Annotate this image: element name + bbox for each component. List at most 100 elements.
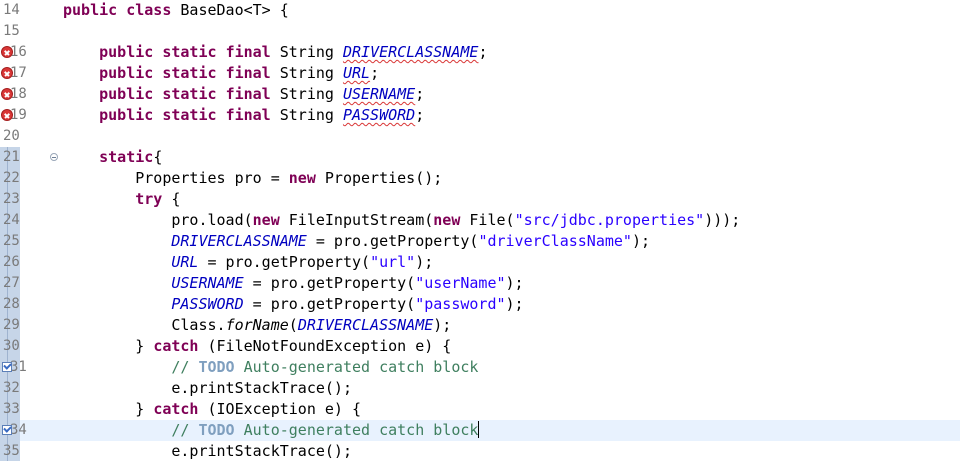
code-token: = pro.getProperty(	[243, 295, 416, 313]
code-line[interactable]: 20	[0, 126, 960, 147]
code-line[interactable]: 14 public class BaseDao<T> {	[0, 0, 960, 21]
error-field-token: PASSWORD	[342, 106, 416, 124]
code-line[interactable]: 15	[0, 21, 960, 42]
code-line[interactable]: 32 e.printStackTrace();	[0, 378, 960, 399]
keyword-token: final	[225, 64, 271, 82]
code-text[interactable]: pro.load(new FileInputStream(new File("s…	[63, 210, 740, 231]
line-number: 28	[3, 296, 20, 312]
code-line[interactable]: 27 USERNAME = pro.getProperty("userName"…	[0, 273, 960, 294]
code-line[interactable]: 17 public static final String URL;	[0, 63, 960, 84]
keyword-token: static	[99, 148, 154, 166]
code-text[interactable]: public static final String USERNAME;	[63, 84, 424, 105]
code-text[interactable]: PASSWORD = pro.getProperty("password");	[63, 294, 524, 315]
fold-collapse-icon[interactable]	[50, 153, 58, 161]
code-text[interactable]: DRIVERCLASSNAME = pro.getProperty("drive…	[63, 231, 650, 252]
code-text[interactable]: Properties pro = new Properties();	[63, 168, 442, 189]
code-line[interactable]: 33 } catch (IOException e) {	[0, 399, 960, 420]
line-number-gutter: 29	[0, 315, 58, 336]
code-editor[interactable]: 14 public class BaseDao<T> {15 16 public s…	[0, 0, 960, 461]
line-number-gutter: 22	[0, 168, 58, 189]
code-token: Properties();	[315, 169, 443, 187]
code-token: pro.load(	[63, 211, 253, 229]
code-text[interactable]: USERNAME = pro.getProperty("userName");	[63, 273, 523, 294]
task-checkbox-icon[interactable]	[2, 362, 12, 372]
error-icon[interactable]	[1, 46, 13, 58]
string-token: "src/jdbc.properties"	[514, 211, 705, 229]
code-text[interactable]: public static final String URL;	[63, 63, 379, 84]
error-field-token: USERNAME	[342, 85, 416, 103]
code-text[interactable]: } catch (FileNotFoundException e) {	[63, 336, 451, 357]
field-token: DRIVERCLASSNAME	[297, 316, 434, 334]
code-line[interactable]: 23 try {	[0, 189, 960, 210]
comment-token: //	[171, 421, 199, 439]
code-line[interactable]: 35 e.printStackTrace();	[0, 441, 960, 461]
comment-token: Auto-generated catch block	[234, 358, 479, 376]
code-token: String	[270, 106, 343, 124]
code-text[interactable]: Class.forName(DRIVERCLASSNAME);	[63, 315, 451, 336]
code-line[interactable]: 24 pro.load(new FileInputStream(new File…	[0, 210, 960, 231]
line-number-gutter: 33	[0, 399, 58, 420]
code-text[interactable]: static{	[63, 147, 162, 168]
code-token: (IOException e) {	[198, 400, 362, 418]
code-text[interactable]: public static final String PASSWORD;	[63, 105, 424, 126]
code-token: ;	[415, 106, 425, 124]
code-text[interactable]: URL = pro.getProperty("url");	[63, 252, 433, 273]
code-token: }	[63, 400, 154, 418]
code-text[interactable]: e.printStackTrace();	[63, 378, 352, 399]
line-number-gutter: 15	[0, 21, 58, 42]
code-line[interactable]: 28 PASSWORD = pro.getProperty("password"…	[0, 294, 960, 315]
code-text[interactable]: // TODO Auto-generated catch block	[63, 420, 480, 441]
code-line[interactable]: 16 public static final String DRIVERCLAS…	[0, 42, 960, 63]
error-icon[interactable]	[1, 109, 13, 121]
code-text[interactable]: public static final String DRIVERCLASSNA…	[63, 42, 487, 63]
code-token: Properties pro =	[63, 169, 289, 187]
code-line[interactable]: 21 static{	[0, 147, 960, 168]
keyword-token: try	[135, 190, 163, 208]
line-number-gutter: 23	[0, 189, 58, 210]
line-number: 21	[3, 149, 20, 165]
keyword-token: final	[225, 43, 271, 61]
line-number-gutter: 14	[0, 0, 58, 21]
code-text[interactable]: public class BaseDao<T> {	[63, 0, 289, 21]
code-token: Class.	[63, 316, 226, 334]
string-token: "userName"	[415, 274, 506, 292]
code-token: );	[505, 295, 524, 313]
line-number: 25	[3, 233, 20, 249]
code-line[interactable]: 30 } catch (FileNotFoundException e) {	[0, 336, 960, 357]
code-line[interactable]: 19 public static final String PASSWORD;	[0, 105, 960, 126]
code-text[interactable]: } catch (IOException e) {	[63, 399, 361, 420]
code-line[interactable]: 31 // TODO Auto-generated catch block	[0, 357, 960, 378]
line-number: 20	[3, 128, 20, 144]
current-code-line[interactable]: 34 // TODO Auto-generated catch block	[0, 420, 960, 441]
code-text[interactable]: e.printStackTrace();	[63, 441, 352, 461]
keyword-token: catch	[153, 400, 199, 418]
keyword-token: class	[126, 1, 172, 19]
code-token: (	[288, 316, 298, 334]
line-number-gutter: 25	[0, 231, 58, 252]
code-line[interactable]: 22 Properties pro = new Properties();	[0, 168, 960, 189]
code-line[interactable]: 26 URL = pro.getProperty("url");	[0, 252, 960, 273]
keyword-token: final	[225, 85, 271, 103]
line-number-gutter: 27	[0, 273, 58, 294]
code-line[interactable]: 25 DRIVERCLASSNAME = pro.getProperty("dr…	[0, 231, 960, 252]
error-icon[interactable]	[1, 67, 13, 79]
code-token: = pro.getProperty(	[198, 253, 371, 271]
code-text[interactable]: try {	[63, 189, 180, 210]
line-number: 31	[10, 359, 27, 375]
code-token: {	[162, 190, 181, 208]
keyword-token: static	[162, 64, 217, 82]
line-number: 35	[3, 443, 20, 459]
error-icon[interactable]	[1, 88, 13, 100]
code-line[interactable]: 29 Class.forName(DRIVERCLASSNAME);	[0, 315, 960, 336]
task-checkbox-icon[interactable]	[2, 425, 12, 435]
code-text[interactable]: // TODO Auto-generated catch block	[63, 357, 478, 378]
code-token: );	[631, 232, 651, 250]
code-line[interactable]: 18 public static final String USERNAME;	[0, 84, 960, 105]
